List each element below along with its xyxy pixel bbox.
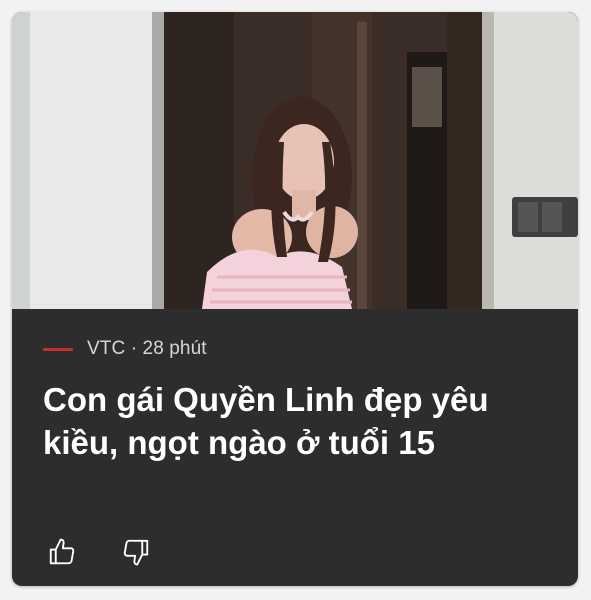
news-card[interactable]: VTC · 28 phút Con gái Quyền Linh đẹp yêu…: [12, 12, 578, 586]
reaction-bar: [42, 532, 156, 572]
dislike-button[interactable]: [116, 532, 156, 572]
like-button[interactable]: [42, 532, 82, 572]
meta-separator: ·: [130, 338, 138, 359]
article-meta: VTC · 28 phút: [43, 337, 207, 361]
thumbs-down-icon: [123, 539, 149, 566]
article-image[interactable]: [12, 12, 578, 309]
source-name[interactable]: VTC: [87, 338, 125, 360]
article-headline[interactable]: Con gái Quyền Linh đẹp yêu kiều, ngọt ng…: [43, 378, 553, 464]
publish-time: 28 phút: [142, 338, 207, 359]
thumbs-up-icon: [49, 538, 75, 565]
source-accent-bar: [43, 347, 73, 351]
